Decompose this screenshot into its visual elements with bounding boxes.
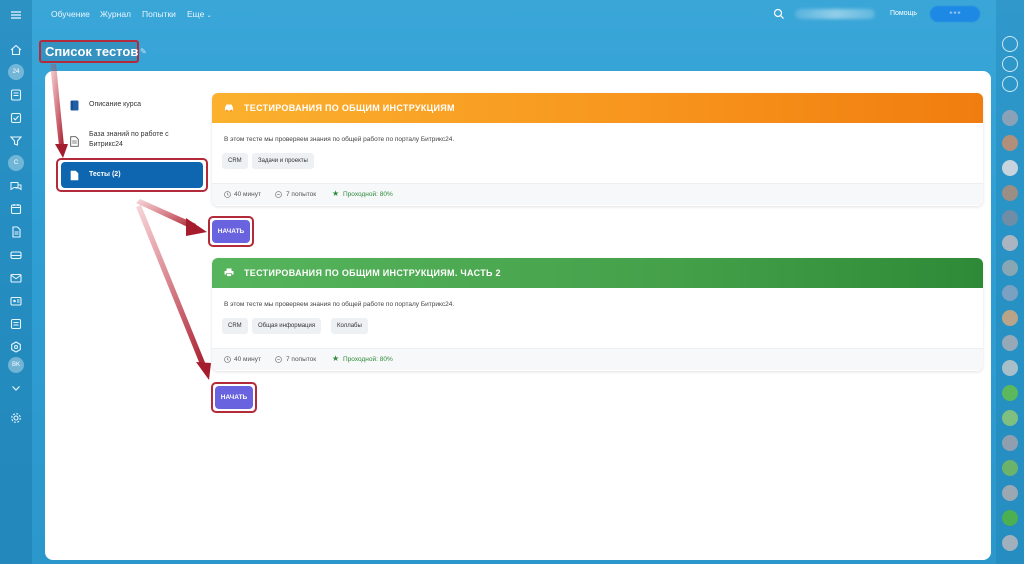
tasks-icon[interactable] <box>8 110 24 126</box>
avatar[interactable] <box>1002 385 1018 401</box>
sidebar-item-tests[interactable] <box>61 162 203 188</box>
car-icon <box>225 104 233 112</box>
test-icon <box>70 170 79 181</box>
test-title: ТЕСТИРОВАНИЯ ПО ОБЩИМ ИНСТРУКЦИЯМ <box>244 103 455 113</box>
attempts-icon <box>275 191 282 198</box>
avatar[interactable] <box>1002 260 1018 276</box>
start-button[interactable]: НАЧАТЬ <box>212 220 250 243</box>
home-icon[interactable] <box>8 42 24 58</box>
help-link[interactable]: Помощь <box>890 10 917 17</box>
test-tag: Коллабы <box>331 318 368 334</box>
avatar[interactable] <box>1002 360 1018 376</box>
top-link-more-label: Еще <box>187 9 205 19</box>
test-title: ТЕСТИРОВАНИЯ ПО ОБЩИМ ИНСТРУКЦИЯМ. ЧАСТЬ… <box>244 268 501 278</box>
mail-icon[interactable] <box>8 270 24 286</box>
messages-icon[interactable] <box>8 178 24 194</box>
user-menu[interactable] <box>795 9 875 19</box>
test-description: В этом тесте мы проверяем знания по обще… <box>224 136 455 143</box>
test-attempts: 7 попыток <box>286 356 317 363</box>
search-contacts-icon[interactable] <box>1002 76 1018 92</box>
test-duration: 40 минут <box>234 191 261 198</box>
drive-icon[interactable] <box>8 247 24 263</box>
attempts-icon <box>275 356 282 363</box>
avatar[interactable] <box>1002 410 1018 426</box>
left-rail: 24 C BK <box>0 0 32 564</box>
test-card-header: ТЕСТИРОВАНИЯ ПО ОБЩИМ ИНСТРУКЦИЯМ. ЧАСТЬ… <box>212 258 983 288</box>
test-card: ТЕСТИРОВАНИЯ ПО ОБЩИМ ИНСТРУКЦИЯМ. ЧАСТЬ… <box>212 258 983 371</box>
avatar[interactable] <box>1002 110 1018 126</box>
test-pass-score: Проходной: 80% <box>343 356 393 363</box>
test-tag: Общая информация <box>252 318 322 334</box>
clock-icon <box>224 191 231 198</box>
avatar[interactable] <box>1002 135 1018 151</box>
test-tag: CRM <box>222 153 248 169</box>
avatar[interactable] <box>1002 210 1018 226</box>
sidebar-item-course-description[interactable]: Описание курса <box>89 101 141 108</box>
avatar[interactable] <box>1002 460 1018 476</box>
top-link-attempts[interactable]: Попытки <box>142 9 176 19</box>
pencil-icon[interactable]: ✎ <box>140 47 148 56</box>
test-pass-score: Проходной: 80% <box>343 191 393 198</box>
star-icon: ★ <box>332 189 340 198</box>
test-card: ТЕСТИРОВАНИЯ ПО ОБЩИМ ИНСТРУКЦИЯМ В этом… <box>212 93 983 206</box>
search-icon[interactable] <box>773 8 785 20</box>
avatar[interactable] <box>1002 310 1018 326</box>
avatar[interactable] <box>1002 435 1018 451</box>
chat-badge-icon[interactable]: 24 <box>8 64 24 80</box>
page-title: Список тестов <box>45 44 139 59</box>
test-tag: CRM <box>222 318 248 334</box>
docs-icon[interactable] <box>8 224 24 240</box>
chat-icon[interactable] <box>1002 56 1018 72</box>
chevron-down-icon: ⌄ <box>206 13 212 19</box>
feed-icon[interactable] <box>8 87 24 103</box>
notifications-icon[interactable] <box>1002 36 1018 52</box>
test-meta-row: 40 минут 7 попыток ★ Проходной: 80% <box>212 348 983 370</box>
invite-button[interactable]: • • • <box>930 6 980 22</box>
clock-icon <box>224 356 231 363</box>
test-tag: Задачи и проекты <box>252 153 314 169</box>
test-duration: 40 минут <box>234 356 261 363</box>
funnel-icon[interactable] <box>8 133 24 149</box>
avatar[interactable] <box>1002 335 1018 351</box>
document-icon <box>70 136 79 147</box>
sidebar-item-tests-label: Тесты (2) <box>89 171 121 178</box>
test-description: В этом тесте мы проверяем знания по обще… <box>224 301 455 308</box>
calendar-icon[interactable] <box>8 201 24 217</box>
top-link-journal[interactable]: Журнал <box>100 9 131 19</box>
settings-gear-icon[interactable] <box>8 410 24 426</box>
book-icon <box>70 100 79 111</box>
top-link-learning[interactable]: Обучение <box>51 9 90 19</box>
test-attempts: 7 попыток <box>286 191 317 198</box>
test-meta-row: 40 минут 7 попыток ★ Проходной: 80% <box>212 183 983 205</box>
avatar[interactable] <box>1002 535 1018 551</box>
avatar[interactable] <box>1002 160 1018 176</box>
avatar[interactable] <box>1002 285 1018 301</box>
right-rail <box>996 0 1024 564</box>
avatar[interactable] <box>1002 235 1018 251</box>
groups-icon[interactable] <box>8 293 24 309</box>
top-link-more[interactable]: Еще ⌄ <box>187 9 212 19</box>
test-card-header: ТЕСТИРОВАНИЯ ПО ОБЩИМ ИНСТРУКЦИЯМ <box>212 93 983 123</box>
menu-icon[interactable] <box>8 7 24 23</box>
start-button[interactable]: НАЧАТЬ <box>215 386 253 409</box>
chevron-down-icon[interactable] <box>8 380 24 396</box>
avatar[interactable] <box>1002 485 1018 501</box>
apps-icon[interactable] <box>8 339 24 355</box>
avatar[interactable] <box>1002 185 1018 201</box>
list-icon[interactable] <box>8 316 24 332</box>
crm-badge-icon[interactable]: C <box>8 155 24 171</box>
avatar[interactable] <box>1002 510 1018 526</box>
marketplace-badge-icon[interactable]: BK <box>8 357 24 373</box>
star-icon: ★ <box>332 354 340 363</box>
printer-icon <box>224 268 234 277</box>
sidebar-item-knowledge-base[interactable]: База знаний по работе с Битрикс24 <box>89 130 189 150</box>
